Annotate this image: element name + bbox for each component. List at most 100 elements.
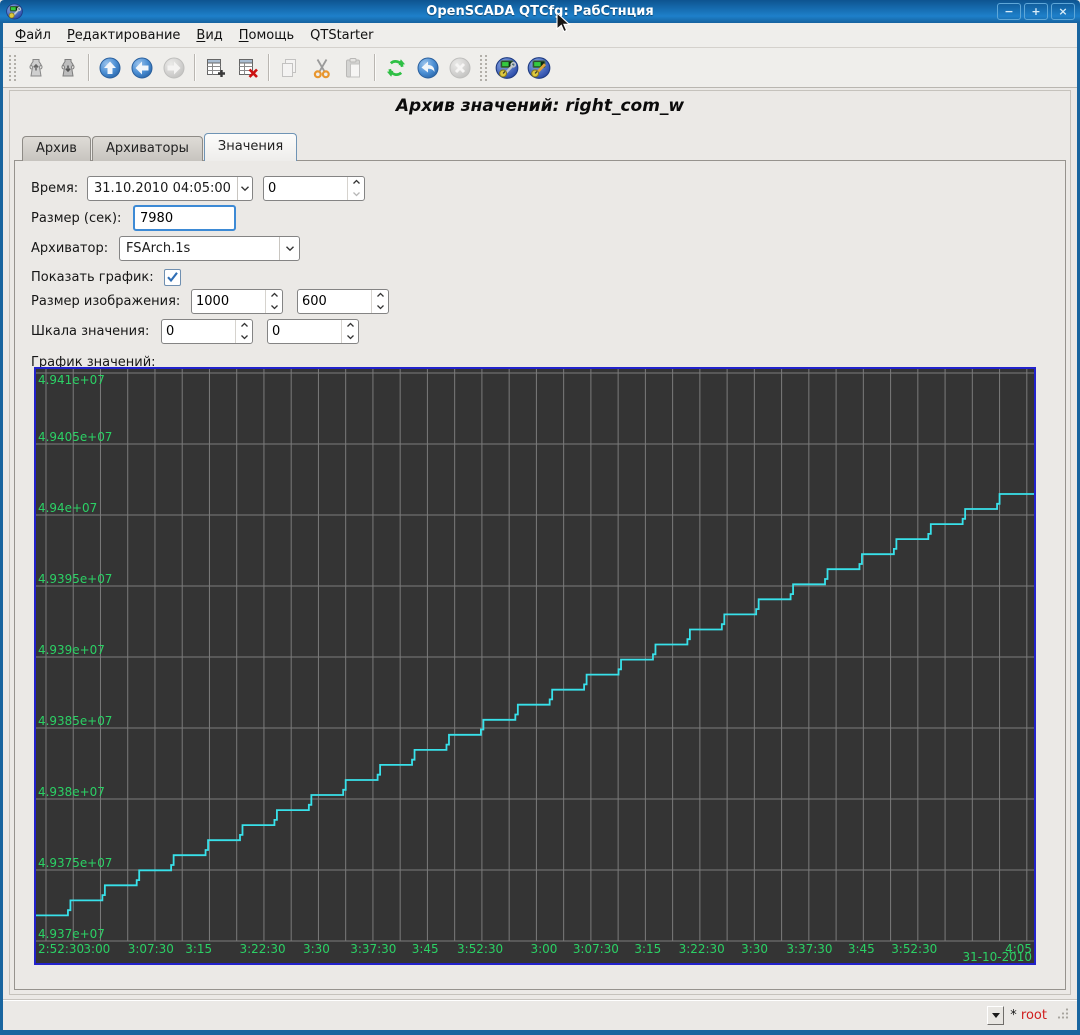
- x-tick-label: 3:30: [741, 942, 768, 956]
- save-icon: [56, 56, 80, 80]
- spin-up-icon[interactable]: [266, 290, 282, 302]
- toolbar-separator: [194, 54, 196, 81]
- image-height-spinbox[interactable]: [297, 289, 389, 314]
- show-graph-checkbox[interactable]: [164, 269, 181, 286]
- time-combobox[interactable]: 31.10.2010 04:05:00: [87, 176, 253, 201]
- scale-min-input[interactable]: [162, 320, 235, 343]
- triangle-down-icon: [992, 1013, 1000, 1018]
- menu-item-edit[interactable]: Редактирование: [59, 25, 188, 46]
- spin-down-icon[interactable]: [348, 188, 364, 200]
- spin-down-icon[interactable]: [236, 331, 252, 343]
- time-usec-input[interactable]: [264, 177, 347, 200]
- load-icon: [24, 56, 48, 80]
- y-tick-label: 4.9375e+07: [38, 856, 112, 870]
- menu-item-help[interactable]: Помощь: [231, 25, 302, 46]
- toolbar-button-delete-item[interactable]: [232, 52, 264, 84]
- x-tick-label: 3:15: [185, 942, 212, 956]
- chevron-down-icon[interactable]: [279, 237, 299, 260]
- scale-min-spinbox[interactable]: [161, 319, 253, 344]
- x-tick-label: 3:45: [412, 942, 439, 956]
- scale-label: Шкала значения:: [31, 324, 161, 339]
- scale-max-spinbox[interactable]: [267, 319, 359, 344]
- tab-archivators[interactable]: Архиваторы: [92, 136, 203, 161]
- series-right_com_w: [36, 494, 1034, 915]
- spin-up-icon[interactable]: [236, 320, 252, 332]
- image-height-input[interactable]: [298, 290, 371, 313]
- status-user-dropdown-button[interactable]: [987, 1006, 1004, 1025]
- spin-down-icon[interactable]: [266, 301, 282, 313]
- spin-down-icon[interactable]: [372, 301, 388, 313]
- menu-item-file[interactable]: Файл: [7, 25, 59, 46]
- image-width-spinbox[interactable]: [191, 289, 283, 314]
- spin-up-icon[interactable]: [348, 177, 364, 189]
- time-value: 31.10.2010 04:05:00: [88, 181, 237, 196]
- spin-up-icon[interactable]: [342, 320, 358, 332]
- resize-grip-icon[interactable]: [1057, 1007, 1069, 1023]
- x-tick-label: 3:00: [83, 942, 110, 956]
- x-tick-label: 3:22:30: [239, 942, 285, 956]
- refresh-icon: [384, 56, 408, 80]
- toolbar-button-cut[interactable]: [306, 52, 338, 84]
- page-title: Архив значений: right_com_w: [0, 96, 1080, 116]
- toolbar: [3, 48, 1077, 88]
- window-title: OpenSCADA QTCfg: РабСтнция: [0, 4, 1080, 19]
- archiver-combobox[interactable]: FSArch.1s: [119, 236, 300, 261]
- window-border: [0, 1030, 1080, 1035]
- time-usec-spinbox[interactable]: [263, 176, 365, 201]
- scale-max-input[interactable]: [268, 320, 341, 343]
- archiver-label: Архиватор:: [31, 241, 119, 256]
- title-bar: OpenSCADA QTCfg: РабСтнция − + ×: [0, 0, 1080, 23]
- toolbar-button-refresh[interactable]: [380, 52, 412, 84]
- forward-icon: [162, 56, 186, 80]
- maximize-button[interactable]: +: [1024, 3, 1048, 20]
- toolbar-button-qtcfg[interactable]: [491, 52, 523, 84]
- x-tick-label: 3:37:30: [350, 942, 396, 956]
- size-label: Размер (сек):: [31, 211, 133, 226]
- value-graph-svg: 4.941e+074.9405e+074.94e+074.9395e+074.9…: [36, 369, 1034, 963]
- menu-item-qtstarter[interactable]: QTStarter: [302, 25, 381, 46]
- stop-icon: [448, 56, 472, 80]
- value-graph: 4.941e+074.9405e+074.94e+074.9395e+074.9…: [34, 367, 1036, 965]
- toolbar-button-back[interactable]: [126, 52, 158, 84]
- spin-down-icon[interactable]: [342, 331, 358, 343]
- y-tick-label: 4.9385e+07: [38, 714, 112, 728]
- close-button[interactable]: ×: [1051, 3, 1075, 20]
- toolbar-separator: [88, 54, 90, 81]
- y-tick-label: 4.939e+07: [38, 643, 105, 657]
- time-label: Время:: [31, 181, 87, 196]
- y-tick-label: 4.938e+07: [38, 785, 105, 799]
- tab-content-frame: Время: 31.10.2010 04:05:00 Размер (сек):…: [14, 160, 1066, 990]
- toolbar-button-add-item[interactable]: [200, 52, 232, 84]
- image-size-label: Размер изображения:: [31, 294, 191, 309]
- x-tick-label: 3:07:30: [573, 942, 619, 956]
- toolbar-button-qtvision[interactable]: [523, 52, 555, 84]
- x-tick-label: 3:30: [303, 942, 330, 956]
- qtvision-icon: [526, 55, 552, 81]
- paste-icon: [342, 56, 366, 80]
- tab-bar: АрхивАрхиваторыЗначения: [22, 133, 298, 161]
- toolbar-button-save[interactable]: [52, 52, 84, 84]
- delete-item-icon: [236, 56, 260, 80]
- toolbar-handle[interactable]: [480, 55, 487, 81]
- toolbar-button-copy: [274, 52, 306, 84]
- check-icon: [166, 271, 179, 283]
- toolbar-handle[interactable]: [9, 55, 16, 81]
- archiver-value: FSArch.1s: [120, 241, 279, 256]
- tab-archive[interactable]: Архив: [22, 136, 91, 161]
- menu-item-view[interactable]: Вид: [188, 25, 230, 46]
- toolbar-separator: [374, 54, 376, 81]
- window-border: [0, 23, 3, 1035]
- x-tick-label: 3:52:30: [891, 942, 937, 956]
- chevron-down-icon[interactable]: [237, 177, 252, 200]
- size-input[interactable]: [133, 205, 236, 231]
- image-width-input[interactable]: [192, 290, 265, 313]
- toolbar-button-up[interactable]: [94, 52, 126, 84]
- toolbar-button-start[interactable]: [412, 52, 444, 84]
- minimize-button[interactable]: −: [997, 3, 1021, 20]
- toolbar-button-load[interactable]: [20, 52, 52, 84]
- spin-up-icon[interactable]: [372, 290, 388, 302]
- tab-values[interactable]: Значения: [204, 133, 297, 161]
- show-graph-label: Показать график:: [31, 270, 164, 285]
- y-tick-label: 4.941e+07: [38, 373, 105, 387]
- app-icon: [5, 2, 24, 21]
